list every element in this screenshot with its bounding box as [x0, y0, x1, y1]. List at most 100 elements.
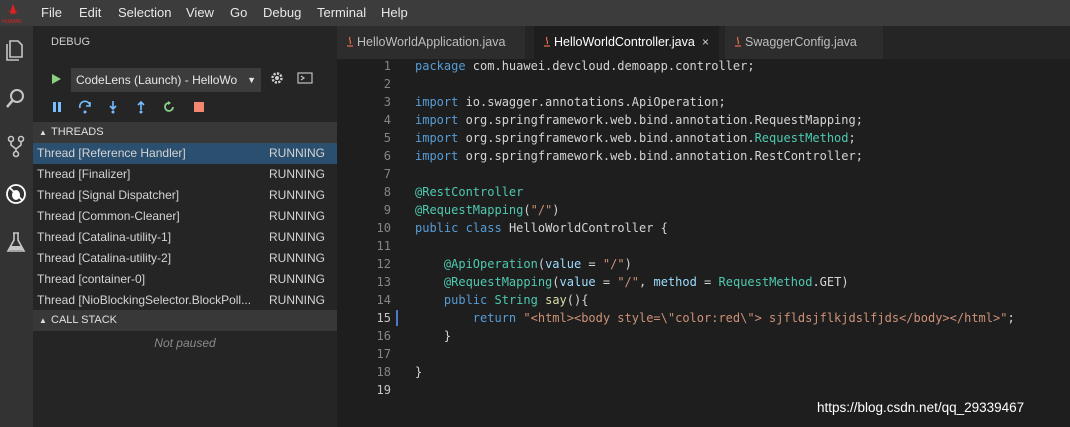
thread-state: RUNNING — [269, 146, 325, 160]
line-number: 15 — [376, 311, 391, 325]
menu-selection[interactable]: Selection — [118, 5, 171, 20]
code-line: } — [415, 329, 452, 343]
sidebar-title: DEBUG — [51, 36, 91, 48]
step-into-icon[interactable] — [106, 100, 120, 114]
thread-row[interactable]: Thread [Finalizer] RUNNING — [33, 164, 337, 185]
menu-view[interactable]: View — [186, 5, 214, 20]
thread-row[interactable]: Thread [Signal Dispatcher] RUNNING — [33, 185, 337, 206]
thread-row[interactable]: Thread [NioBlockingSelector.BlockPoll...… — [33, 290, 337, 311]
code-line: @ApiOperation(value = "/") — [443, 257, 632, 271]
thread-name: Thread [Finalizer] — [37, 167, 131, 181]
code-line: package com.huawei.devcloud.demoapp.cont… — [415, 59, 755, 73]
step-over-icon[interactable] — [78, 100, 92, 114]
line-number: 3 — [383, 95, 391, 109]
code-line: import org.springframework.web.bind.anno… — [415, 149, 863, 163]
java-file-icon — [735, 36, 741, 47]
launch-config-select[interactable]: CodeLens (Launch) - HelloWo ▼ — [71, 68, 261, 92]
thread-row[interactable]: Thread [Catalina-utility-1] RUNNING — [33, 227, 337, 248]
tab-label: HelloWorldController.java — [554, 35, 695, 49]
collapse-icon: ▲ — [39, 316, 47, 325]
code-line: @RequestMapping("/") — [415, 203, 560, 217]
tab-helloworldcontroller[interactable]: HelloWorldController.java × — [534, 26, 719, 59]
step-out-icon[interactable] — [134, 100, 148, 114]
thread-state: RUNNING — [269, 293, 325, 307]
menu-bar: HUAWEI File Edit Selection View Go Debug… — [0, 0, 1070, 26]
code-line: public String say(){ — [443, 293, 589, 307]
line-number: 2 — [383, 77, 391, 91]
code-line: import org.springframework.web.bind.anno… — [415, 131, 856, 145]
activity-bar — [0, 26, 33, 427]
menu-terminal[interactable]: Terminal — [317, 5, 366, 20]
thread-name: Thread [Catalina-utility-2] — [37, 251, 172, 265]
tab-helloworldapplication[interactable]: HelloWorldApplication.java — [337, 26, 525, 59]
line-number: 11 — [376, 239, 391, 253]
close-icon[interactable]: × — [702, 26, 709, 59]
line-number: 4 — [383, 113, 391, 127]
launch-config-value: CodeLens (Launch) - HelloWo — [76, 73, 238, 87]
line-number: 10 — [376, 221, 391, 235]
debug-console-icon[interactable] — [297, 72, 313, 84]
line-number: 19 — [376, 383, 391, 397]
callstack-header-label: CALL STACK — [51, 314, 118, 326]
thread-state: RUNNING — [269, 272, 325, 286]
threads-header-label: THREADS — [51, 126, 104, 138]
line-number: 13 — [376, 275, 391, 289]
pause-icon[interactable] — [50, 100, 64, 114]
start-debugging-icon[interactable] — [50, 73, 62, 85]
thread-row[interactable]: Thread [Catalina-utility-2] RUNNING — [33, 248, 337, 269]
thread-state: RUNNING — [269, 230, 325, 244]
line-number: 16 — [376, 329, 391, 343]
cursor-line-marker — [396, 310, 398, 326]
thread-name: Thread [Signal Dispatcher] — [37, 188, 180, 202]
code-line: public class HelloWorldController { — [415, 221, 668, 235]
source-control-icon[interactable] — [4, 134, 28, 158]
thread-row[interactable]: Thread [container-0] RUNNING — [33, 269, 337, 290]
thread-row[interactable]: Thread [Common-Cleaner] RUNNING — [33, 206, 337, 227]
callstack-section-header[interactable]: ▲ CALL STACK — [33, 310, 337, 331]
code-line: @RestController — [415, 185, 524, 199]
watermark: https://blog.csdn.net/qq_29339467 — [817, 400, 1025, 415]
menu-edit[interactable]: Edit — [79, 5, 101, 20]
line-number: 17 — [376, 347, 391, 361]
thread-state: RUNNING — [269, 188, 325, 202]
code-line: @RequestMapping(value = "/", method = Re… — [443, 275, 849, 289]
collapse-icon: ▲ — [39, 128, 47, 137]
thread-state: RUNNING — [269, 167, 325, 181]
line-number: 7 — [383, 167, 391, 181]
thread-name: Thread [Reference Handler] — [37, 146, 186, 160]
tab-label: SwaggerConfig.java — [745, 35, 857, 49]
line-number: 18 — [376, 365, 391, 379]
stop-icon[interactable] — [192, 100, 206, 114]
code-editor[interactable]: 1 2 3 4 5 6 7 8 9 10 11 12 13 14 15 16 1… — [337, 59, 1070, 427]
restart-icon[interactable] — [162, 100, 176, 114]
chevron-down-icon: ▼ — [247, 75, 256, 85]
thread-name: Thread [Common-Cleaner] — [37, 209, 180, 223]
menu-help[interactable]: Help — [381, 5, 408, 20]
menu-go[interactable]: Go — [230, 5, 247, 20]
debug-icon[interactable] — [4, 182, 28, 206]
tab-label: HelloWorldApplication.java — [357, 35, 506, 49]
line-number: 5 — [383, 131, 391, 145]
search-icon[interactable] — [4, 86, 28, 110]
thread-state: RUNNING — [269, 251, 325, 265]
code-line: import io.swagger.annotations.ApiOperati… — [415, 95, 726, 109]
code-line: import org.springframework.web.bind.anno… — [415, 113, 863, 127]
huawei-logo: HUAWEI — [2, 4, 22, 25]
java-file-icon — [544, 36, 550, 47]
code-line: } — [415, 365, 423, 379]
thread-name: Thread [container-0] — [37, 272, 146, 286]
explorer-icon[interactable] — [4, 38, 28, 62]
java-file-icon — [347, 36, 353, 47]
svg-text:HUAWEI: HUAWEI — [2, 19, 22, 25]
menu-debug[interactable]: Debug — [263, 5, 301, 20]
line-number: 9 — [383, 203, 391, 217]
threads-section-header[interactable]: ▲ THREADS — [33, 122, 337, 143]
test-icon[interactable] — [4, 230, 28, 254]
tab-swaggerconfig[interactable]: SwaggerConfig.java — [725, 26, 883, 59]
menu-file[interactable]: File — [41, 5, 62, 20]
line-number: 8 — [383, 185, 391, 199]
callstack-status: Not paused — [154, 336, 216, 350]
gear-icon[interactable] — [269, 70, 285, 86]
line-number: 14 — [376, 293, 391, 307]
thread-row[interactable]: Thread [Reference Handler] RUNNING — [33, 143, 337, 164]
